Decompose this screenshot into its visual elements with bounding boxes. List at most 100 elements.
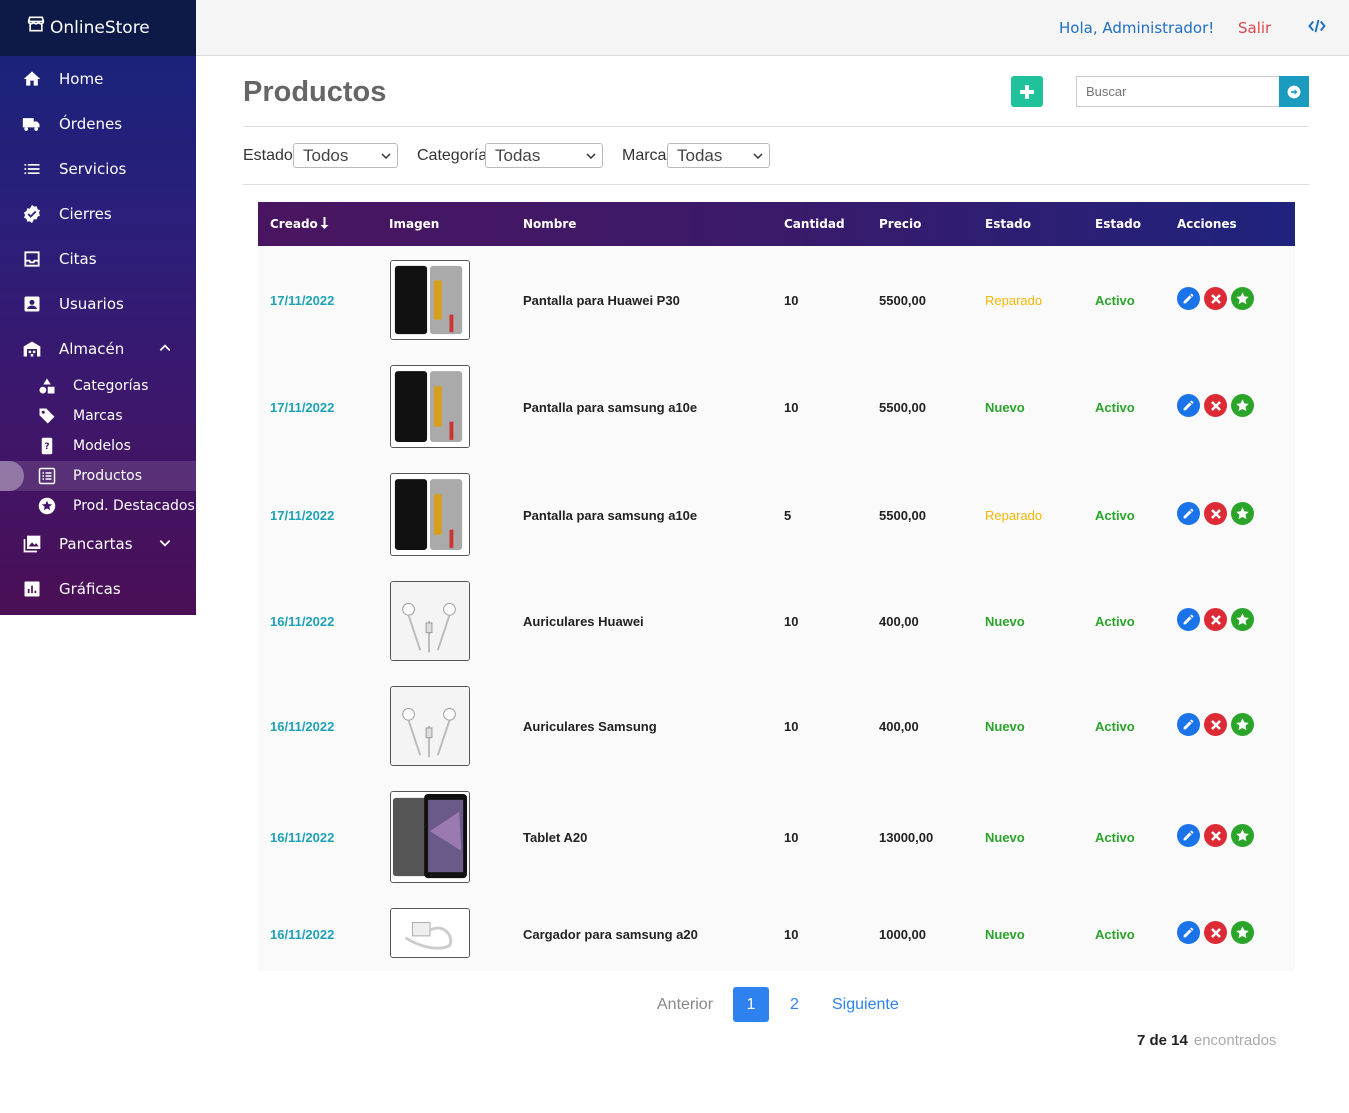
badge-check-icon	[22, 204, 42, 224]
column-header-actions: Acciones	[1177, 217, 1237, 231]
sidebar-item-citas[interactable]: Citas	[0, 236, 196, 281]
feature-button[interactable]	[1231, 394, 1254, 417]
column-header-quantity: Cantidad	[784, 217, 845, 231]
product-condition: Nuevo	[985, 400, 1025, 415]
sidebar-item-almacen[interactable]: Almacén	[0, 326, 196, 371]
sidebar-subitem-label: Categorías	[73, 378, 149, 394]
table-body: 17/11/2022 Pantalla para Huawei P30 10 5500…	[258, 246, 1295, 971]
delete-button[interactable]	[1204, 287, 1227, 310]
delete-button[interactable]	[1204, 502, 1227, 525]
table-row: 17/11/2022 Pantalla para Huawei P30 10 5500…	[258, 246, 1295, 353]
delete-button[interactable]	[1204, 824, 1227, 847]
sidebar-item-label: Citas	[59, 249, 97, 268]
product-name: Pantalla para Huawei P30	[523, 293, 680, 308]
pencil-icon	[1183, 400, 1194, 411]
feature-button[interactable]	[1231, 608, 1254, 631]
pagination-next[interactable]: Siguiente	[832, 996, 899, 1014]
delete-button[interactable]	[1204, 394, 1227, 417]
sidebar-item-ordenes[interactable]: Órdenes	[0, 101, 196, 146]
delete-button[interactable]	[1204, 921, 1227, 944]
pagination-previous[interactable]: Anterior	[657, 996, 713, 1014]
pagination-page-1[interactable]: 1	[733, 987, 769, 1022]
column-header-created[interactable]: Creado	[270, 217, 329, 231]
row-actions	[1177, 608, 1254, 631]
sidebar-subitem-prod-destacados[interactable]: Prod. Destacados	[0, 491, 196, 521]
feature-button[interactable]	[1231, 921, 1254, 944]
sidebar-item-servicios[interactable]: Servicios	[0, 146, 196, 191]
product-thumbnail[interactable]	[390, 791, 470, 883]
product-price: 400,00	[879, 614, 919, 629]
sidebar-item-pancartas[interactable]: Pancartas	[0, 521, 196, 566]
edit-button[interactable]	[1177, 921, 1200, 944]
product-thumbnail[interactable]	[390, 908, 470, 958]
product-name: Pantalla para samsung a10e	[523, 508, 698, 523]
product-quantity: 10	[784, 614, 799, 629]
product-quantity: 10	[784, 927, 799, 942]
sidebar-item-label: Gráficas	[59, 579, 121, 598]
arrow-right-circle-icon	[1287, 85, 1301, 98]
sidebar-item-graficas[interactable]: Gráficas	[0, 566, 196, 611]
sidebar-item-label: Almacén	[59, 339, 125, 358]
sidebar-subitem-marcas[interactable]: Marcas	[0, 401, 196, 431]
results-count-suffix: encontrados	[1193, 1032, 1277, 1049]
product-quantity: 5	[784, 508, 792, 523]
list-box-icon	[38, 467, 56, 485]
page-title: Productos	[243, 76, 387, 108]
edit-button[interactable]	[1177, 824, 1200, 847]
column-header-image: Imagen	[389, 217, 440, 231]
row-actions	[1177, 394, 1254, 417]
star-icon	[1236, 292, 1249, 305]
marca-select[interactable]: Todas	[667, 143, 770, 168]
search-input[interactable]	[1076, 76, 1279, 107]
edit-button[interactable]	[1177, 502, 1200, 525]
brand[interactable]: OnlineStore	[0, 0, 196, 56]
estado-filter-label: Estado	[243, 147, 293, 164]
product-price: 5500,00	[879, 400, 926, 415]
row-actions	[1177, 502, 1254, 525]
edit-button[interactable]	[1177, 608, 1200, 631]
estado-select[interactable]: Todos	[293, 143, 398, 168]
feature-button[interactable]	[1231, 713, 1254, 736]
table-row: 16/11/2022 Tablet A20 10 13000,00 Nuevo Activ…	[258, 778, 1295, 896]
chevron-down-icon[interactable]	[158, 536, 172, 550]
edit-button[interactable]	[1177, 287, 1200, 310]
chevron-up-icon[interactable]	[158, 341, 172, 355]
delete-button[interactable]	[1204, 608, 1227, 631]
chevron-down-icon	[586, 153, 596, 160]
pagination-page-2[interactable]: 2	[790, 996, 799, 1014]
sidebar-item-cierres[interactable]: Cierres	[0, 191, 196, 236]
chart-icon	[22, 579, 42, 599]
shapes-icon	[38, 377, 56, 395]
created-date: 17/11/2022	[270, 293, 335, 308]
sidebar-subitem-modelos[interactable]: ? Modelos	[0, 431, 196, 461]
star-icon	[1236, 829, 1249, 842]
user-greeting-link[interactable]: Hola, Administrador!	[1059, 19, 1214, 37]
product-name: Auriculares Huawei	[523, 614, 644, 629]
delete-button[interactable]	[1204, 713, 1227, 736]
sidebar-item-usuarios[interactable]: Usuarios	[0, 281, 196, 326]
product-thumbnail[interactable]	[390, 581, 470, 661]
logout-link[interactable]: Salir	[1238, 19, 1271, 37]
chevron-down-icon	[381, 153, 391, 160]
search-button[interactable]	[1279, 76, 1309, 107]
feature-button[interactable]	[1231, 502, 1254, 525]
star-icon	[1236, 507, 1249, 520]
product-thumbnail[interactable]	[390, 473, 470, 556]
code-icon[interactable]	[1308, 18, 1326, 34]
product-thumbnail[interactable]	[390, 260, 470, 340]
list-icon	[22, 159, 42, 179]
edit-button[interactable]	[1177, 394, 1200, 417]
edit-button[interactable]	[1177, 713, 1200, 736]
products-table: Creado Imagen Nombre Cantidad Precio Est…	[258, 202, 1295, 971]
product-thumbnail[interactable]	[390, 686, 470, 766]
product-condition: Nuevo	[985, 719, 1025, 734]
sidebar-item-home[interactable]: Home	[0, 56, 196, 101]
feature-button[interactable]	[1231, 287, 1254, 310]
sidebar-subitem-productos[interactable]: Productos	[0, 461, 196, 491]
categoria-select[interactable]: Todas	[485, 143, 603, 168]
feature-button[interactable]	[1231, 824, 1254, 847]
add-product-button[interactable]	[1011, 76, 1043, 107]
product-thumbnail[interactable]	[390, 365, 470, 448]
sidebar-subitem-categorias[interactable]: Categorías	[0, 371, 196, 401]
divider	[243, 184, 1309, 185]
